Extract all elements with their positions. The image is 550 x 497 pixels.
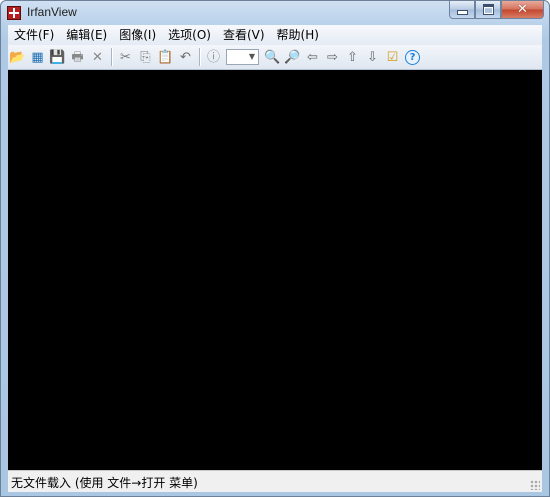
info-icon: ⓘ [206,49,220,65]
next-icon: ⇨ [327,49,338,65]
resize-grip-icon[interactable] [530,480,540,490]
first-icon: ⇧ [347,49,358,65]
slideshow-button[interactable]: ▦ [28,48,47,67]
open-button[interactable]: 📂 [8,48,27,67]
chevron-down-icon[interactable]: ▼ [247,51,257,63]
print-icon: 🖶 [71,49,84,65]
window-title: IrfanView [27,5,77,19]
open-folder-icon: 📂 [9,49,26,65]
maximize-button[interactable] [475,1,501,19]
close-button[interactable]: ✕ [501,1,544,19]
status-text: 无文件载入 (使用 文件→打开 菜单) [11,476,198,490]
app-icon[interactable] [7,6,21,20]
previous-button[interactable]: ⇦ [303,48,322,67]
undo-button[interactable]: ↶ [176,48,195,67]
save-button[interactable]: 💾 [48,48,67,67]
next-button[interactable]: ⇨ [323,48,342,67]
undo-icon: ↶ [180,49,191,65]
close-icon: ✕ [517,2,528,17]
paste-icon: 📋 [157,49,174,65]
toolbar-separator [199,48,201,66]
help-button[interactable]: ? [403,48,422,67]
last-button[interactable]: ⇩ [363,48,382,67]
menu-edit[interactable]: 编辑(E) [60,25,113,45]
menu-view[interactable]: 查看(V) [217,25,271,45]
help-icon: ? [405,49,420,65]
toolbar-separator [111,48,113,66]
zoom-select[interactable]: ▼ [226,49,259,65]
copy-icon: ⎘ [140,49,151,65]
zoom-in-button[interactable]: 🔍 [263,48,282,67]
info-button[interactable]: ⓘ [204,48,223,67]
toolbar: 📂 ▦ 💾 🖶 ✕ ✂ ⎘ 📋 ↶ ⓘ ▼ 🔍 🔎 ⇦ ⇨ ⇧ ⇩ ☑ ? [8,45,542,70]
image-canvas[interactable] [8,70,542,470]
print-button[interactable]: 🖶 [68,48,87,67]
menu-help[interactable]: 帮助(H) [271,25,325,45]
menu-options[interactable]: 选项(O) [162,25,217,45]
zoom-out-button[interactable]: 🔎 [283,48,302,67]
irfanview-window: IrfanView ✕ 文件(F) 编辑(E) 图像(I) 选项(O) 查看(V… [0,0,550,497]
zoom-in-icon: 🔍 [264,49,281,65]
menu-bar: 文件(F) 编辑(E) 图像(I) 选项(O) 查看(V) 帮助(H) [8,25,542,45]
properties-icon: ☑ [386,49,399,65]
minimize-icon [456,10,468,15]
minimize-button[interactable] [449,1,475,19]
zoom-out-icon: 🔎 [284,49,301,65]
paste-button[interactable]: 📋 [156,48,175,67]
copy-button[interactable]: ⎘ [136,48,155,67]
title-bar[interactable]: IrfanView ✕ [1,1,549,25]
first-button[interactable]: ⇧ [343,48,362,67]
cut-button[interactable]: ✂ [116,48,135,67]
previous-icon: ⇦ [307,49,318,65]
properties-button[interactable]: ☑ [383,48,402,67]
cut-icon: ✂ [120,49,131,65]
slideshow-icon: ▦ [31,49,44,65]
caption-buttons: ✕ [449,1,544,20]
status-bar: 无文件载入 (使用 文件→打开 菜单) [8,470,542,492]
maximize-icon [482,4,494,15]
delete-button[interactable]: ✕ [88,48,107,67]
menu-file[interactable]: 文件(F) [8,25,60,45]
menu-image[interactable]: 图像(I) [113,25,162,45]
delete-icon: ✕ [92,49,103,65]
save-icon: 💾 [49,49,66,65]
last-icon: ⇩ [367,49,378,65]
